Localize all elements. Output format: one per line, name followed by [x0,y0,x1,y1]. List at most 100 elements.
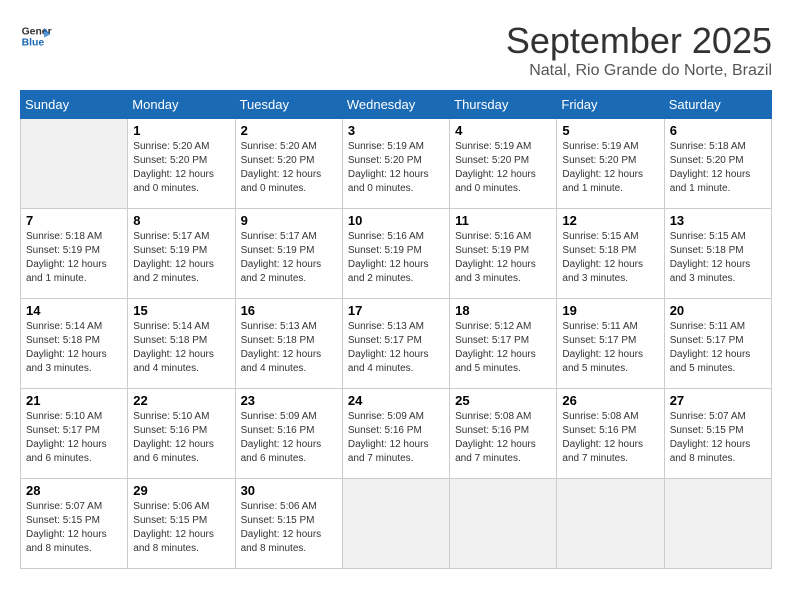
calendar-cell: 10 Sunrise: 5:16 AMSunset: 5:19 PMDayligh… [342,209,449,299]
calendar-cell: 27 Sunrise: 5:07 AMSunset: 5:15 PMDayligh… [664,389,771,479]
calendar-cell [21,119,128,209]
calendar-cell: 4 Sunrise: 5:19 AMSunset: 5:20 PMDaylight… [450,119,557,209]
calendar-cell: 11 Sunrise: 5:16 AMSunset: 5:19 PMDayligh… [450,209,557,299]
calendar-cell [664,479,771,569]
calendar-cell: 21 Sunrise: 5:10 AMSunset: 5:17 PMDayligh… [21,389,128,479]
day-info: Sunrise: 5:08 AMSunset: 5:16 PMDaylight:… [455,410,551,466]
day-info: Sunrise: 5:17 AMSunset: 5:19 PMDaylight:… [241,230,337,286]
logo-icon: General Blue [20,20,52,52]
day-info: Sunrise: 5:07 AMSunset: 5:15 PMDaylight:… [670,410,766,466]
calendar-week-row: 7Sunrise: 5:18 AMSunset: 5:19 PMDaylight… [21,209,772,299]
day-info: Sunrise: 5:07 AMSunset: 5:15 PMDaylight:… [26,500,122,556]
day-info: Sunrise: 5:10 AMSunset: 5:17 PMDaylight:… [26,410,122,466]
day-number: 3 [348,123,444,138]
calendar-cell: 16 Sunrise: 5:13 AMSunset: 5:18 PMDayligh… [235,299,342,389]
calendar-cell: 30Sunrise: 5:06 AMSunset: 5:15 PMDayligh… [235,479,342,569]
calendar-header-row: SundayMondayTuesdayWednesdayThursdayFrid… [21,91,772,119]
day-number: 16 [241,303,337,318]
day-number: 1 [133,123,229,138]
calendar-cell: 23 Sunrise: 5:09 AMSunset: 5:16 PMDayligh… [235,389,342,479]
day-info: Sunrise: 5:11 AMSunset: 5:17 PMDaylight:… [670,320,766,376]
calendar-cell: 2 Sunrise: 5:20 AMSunset: 5:20 PMDaylight… [235,119,342,209]
calendar-cell: 28 Sunrise: 5:07 AMSunset: 5:15 PMDayligh… [21,479,128,569]
calendar-cell: 9 Sunrise: 5:17 AMSunset: 5:19 PMDaylight… [235,209,342,299]
day-info: Sunrise: 5:13 AMSunset: 5:18 PMDaylight:… [241,320,337,376]
calendar-cell: 29 Sunrise: 5:06 AMSunset: 5:15 PMDayligh… [128,479,235,569]
calendar-cell: 8 Sunrise: 5:17 AMSunset: 5:19 PMDaylight… [128,209,235,299]
calendar-cell: 6 Sunrise: 5:18 AMSunset: 5:20 PMDaylight… [664,119,771,209]
day-number: 10 [348,213,444,228]
day-info: Sunrise: 5:12 AMSunset: 5:17 PMDaylight:… [455,320,551,376]
column-header-thursday: Thursday [450,91,557,119]
calendar-cell: 19Sunrise: 5:11 AMSunset: 5:17 PMDayligh… [557,299,664,389]
day-number: 14 [26,303,122,318]
day-info: Sunrise: 5:15 AMSunset: 5:18 PMDaylight:… [670,230,766,286]
column-header-wednesday: Wednesday [342,91,449,119]
day-info: Sunrise: 5:13 AMSunset: 5:17 PMDaylight:… [348,320,444,376]
day-info: Sunrise: 5:10 AMSunset: 5:16 PMDaylight:… [133,410,229,466]
svg-text:Blue: Blue [22,38,45,49]
day-number: 4 [455,123,551,138]
column-header-friday: Friday [557,91,664,119]
calendar-cell: 3 Sunrise: 5:19 AMSunset: 5:20 PMDaylight… [342,119,449,209]
calendar-cell: 26 Sunrise: 5:08 AMSunset: 5:16 PMDayligh… [557,389,664,479]
calendar-cell: 5Sunrise: 5:19 AMSunset: 5:20 PMDaylight… [557,119,664,209]
calendar-cell: 7Sunrise: 5:18 AMSunset: 5:19 PMDaylight… [21,209,128,299]
day-info: Sunrise: 5:18 AMSunset: 5:20 PMDaylight:… [670,140,766,196]
calendar-cell: 17 Sunrise: 5:13 AMSunset: 5:17 PMDayligh… [342,299,449,389]
day-number: 20 [670,303,766,318]
day-info: Sunrise: 5:06 AMSunset: 5:15 PMDaylight:… [133,500,229,556]
day-info: Sunrise: 5:18 AMSunset: 5:19 PMDaylight:… [26,230,122,286]
day-number: 30 [241,483,337,498]
calendar-cell: 22 Sunrise: 5:10 AMSunset: 5:16 PMDayligh… [128,389,235,479]
day-info: Sunrise: 5:08 AMSunset: 5:16 PMDaylight:… [562,410,658,466]
day-number: 19 [562,303,658,318]
calendar-cell: 15Sunrise: 5:14 AMSunset: 5:18 PMDayligh… [128,299,235,389]
day-info: Sunrise: 5:19 AMSunset: 5:20 PMDaylight:… [455,140,551,196]
calendar-week-row: 1 Sunrise: 5:20 AMSunset: 5:20 PMDaylight… [21,119,772,209]
day-info: Sunrise: 5:20 AMSunset: 5:20 PMDaylight:… [133,140,229,196]
day-info: Sunrise: 5:09 AMSunset: 5:16 PMDaylight:… [348,410,444,466]
day-number: 13 [670,213,766,228]
calendar-cell: 13 Sunrise: 5:15 AMSunset: 5:18 PMDayligh… [664,209,771,299]
day-info: Sunrise: 5:15 AMSunset: 5:18 PMDaylight:… [562,230,658,286]
day-info: Sunrise: 5:16 AMSunset: 5:19 PMDaylight:… [348,230,444,286]
day-number: 21 [26,393,122,408]
day-number: 8 [133,213,229,228]
calendar-week-row: 21 Sunrise: 5:10 AMSunset: 5:17 PMDayligh… [21,389,772,479]
day-info: Sunrise: 5:16 AMSunset: 5:19 PMDaylight:… [455,230,551,286]
day-info: Sunrise: 5:09 AMSunset: 5:16 PMDaylight:… [241,410,337,466]
calendar-week-row: 14 Sunrise: 5:14 AMSunset: 5:18 PMDayligh… [21,299,772,389]
logo: General Blue [20,20,52,52]
day-number: 22 [133,393,229,408]
calendar-cell: 20 Sunrise: 5:11 AMSunset: 5:17 PMDayligh… [664,299,771,389]
calendar-cell [450,479,557,569]
day-number: 29 [133,483,229,498]
column-header-saturday: Saturday [664,91,771,119]
day-number: 28 [26,483,122,498]
day-number: 18 [455,303,551,318]
day-number: 11 [455,213,551,228]
day-number: 23 [241,393,337,408]
day-number: 2 [241,123,337,138]
calendar-cell [557,479,664,569]
day-number: 9 [241,213,337,228]
day-number: 26 [562,393,658,408]
day-number: 6 [670,123,766,138]
day-info: Sunrise: 5:19 AMSunset: 5:20 PMDaylight:… [348,140,444,196]
column-header-tuesday: Tuesday [235,91,342,119]
calendar-cell: 14Sunrise: 5:14 AMSunset: 5:18 PMDayligh… [21,299,128,389]
day-info: Sunrise: 5:20 AMSunset: 5:20 PMDaylight:… [241,140,337,196]
calendar-cell: 25Sunrise: 5:08 AMSunset: 5:16 PMDayligh… [450,389,557,479]
day-number: 27 [670,393,766,408]
calendar-cell: 12 Sunrise: 5:15 AMSunset: 5:18 PMDayligh… [557,209,664,299]
column-header-monday: Monday [128,91,235,119]
calendar-week-row: 28 Sunrise: 5:07 AMSunset: 5:15 PMDayligh… [21,479,772,569]
day-number: 12 [562,213,658,228]
calendar-table: SundayMondayTuesdayWednesdayThursdayFrid… [20,90,772,569]
calendar-cell: 18 Sunrise: 5:12 AMSunset: 5:17 PMDayligh… [450,299,557,389]
day-number: 17 [348,303,444,318]
day-info: Sunrise: 5:17 AMSunset: 5:19 PMDaylight:… [133,230,229,286]
day-info: Sunrise: 5:14 AMSunset: 5:18 PMDaylight:… [133,320,229,376]
calendar-cell: 24Sunrise: 5:09 AMSunset: 5:16 PMDayligh… [342,389,449,479]
